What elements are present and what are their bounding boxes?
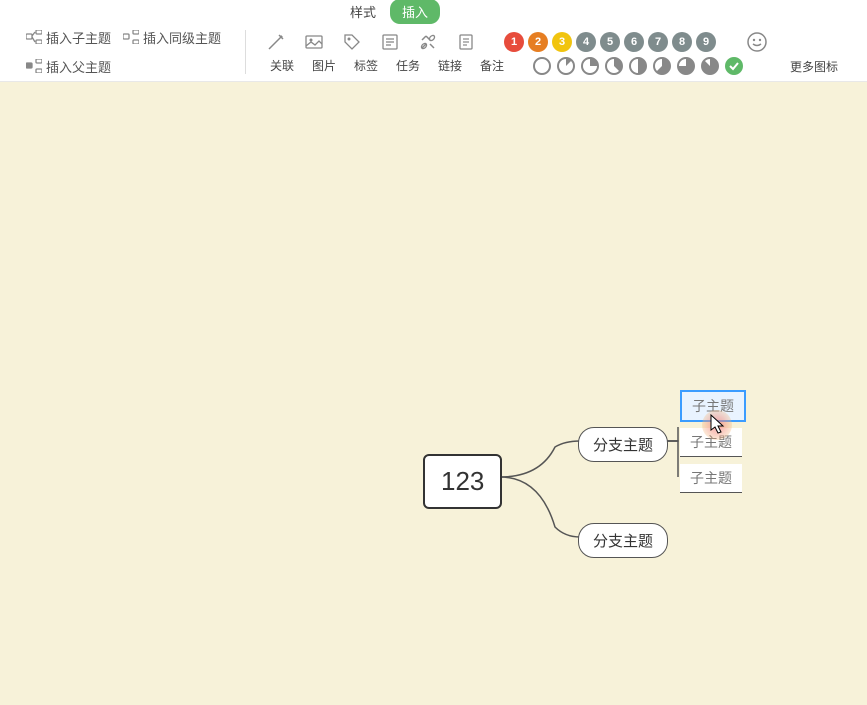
insert-child-label: 插入子主题 — [46, 28, 111, 47]
sub-node-1-selected[interactable]: 子主题 — [680, 390, 746, 422]
sub-node-2[interactable]: 子主题 — [680, 428, 742, 457]
left-row-2: 插入父主题 — [26, 55, 221, 78]
tag-icon[interactable] — [342, 32, 362, 52]
badge-3[interactable]: 3 — [552, 32, 572, 52]
top-tabs: 样式 插入 — [0, 0, 867, 22]
badge-4[interactable]: 4 — [576, 32, 596, 52]
sibling-topic-icon — [123, 30, 139, 44]
branch-node-2[interactable]: 分支主题 — [578, 523, 668, 558]
child-topic-icon — [26, 30, 42, 44]
left-row-1: 插入子主题 插入同级主题 — [26, 26, 221, 49]
pie-7[interactable] — [700, 56, 720, 76]
mindmap-canvas[interactable]: 123 分支主题 分支主题 子主题 子主题 子主题 — [0, 82, 867, 705]
badge-9[interactable]: 9 — [696, 32, 716, 52]
pie-2[interactable] — [580, 56, 600, 76]
badge-2[interactable]: 2 — [528, 32, 548, 52]
tool-labels-row: 关联 图片 标签 任务 链接 备注 — [256, 56, 778, 76]
badge-7[interactable]: 7 — [648, 32, 668, 52]
pie-6[interactable] — [676, 56, 696, 76]
number-badges: 1 2 3 4 5 6 7 8 9 — [504, 32, 716, 52]
insert-child-button[interactable]: 插入子主题 — [26, 26, 111, 49]
relation-icon[interactable] — [266, 32, 286, 52]
note-label: 备注 — [476, 57, 508, 74]
image-icon[interactable] — [304, 32, 324, 52]
task-label: 任务 — [392, 57, 424, 74]
link-icon[interactable] — [418, 32, 438, 52]
sub-node-3[interactable]: 子主题 — [680, 464, 742, 493]
pie-3[interactable] — [604, 56, 624, 76]
pie-4[interactable] — [628, 56, 648, 76]
pie-1[interactable] — [556, 56, 576, 76]
note-icon[interactable] — [456, 32, 476, 52]
pie-5[interactable] — [652, 56, 672, 76]
insert-parent-button[interactable]: 插入父主题 — [26, 55, 111, 78]
toolbar-center: 1 2 3 4 5 6 7 8 9 关联 图片 标签 任务 链接 备注 — [256, 26, 778, 78]
branch-node-1[interactable]: 分支主题 — [578, 427, 668, 462]
progress-pies — [532, 56, 744, 76]
smiley-icon[interactable] — [746, 31, 768, 53]
insert-parent-label: 插入父主题 — [46, 57, 111, 76]
task-icon[interactable] — [380, 32, 400, 52]
link-label: 链接 — [434, 57, 466, 74]
toolbar-divider — [245, 30, 246, 74]
parent-topic-icon — [26, 59, 42, 73]
root-node[interactable]: 123 — [423, 454, 502, 509]
insert-sibling-button[interactable]: 插入同级主题 — [123, 26, 221, 49]
insert-sibling-label: 插入同级主题 — [143, 28, 221, 47]
relation-label: 关联 — [266, 57, 298, 74]
image-label: 图片 — [308, 57, 340, 74]
badge-5[interactable]: 5 — [600, 32, 620, 52]
badge-8[interactable]: 8 — [672, 32, 692, 52]
more-icons-button[interactable]: 更多图标 — [790, 28, 838, 75]
tab-insert[interactable]: 插入 — [390, 0, 440, 24]
tag-label: 标签 — [350, 57, 382, 74]
tool-icons-row: 1 2 3 4 5 6 7 8 9 — [256, 28, 778, 56]
badge-6[interactable]: 6 — [624, 32, 644, 52]
pie-check[interactable] — [724, 56, 744, 76]
badge-1[interactable]: 1 — [504, 32, 524, 52]
pie-0[interactable] — [532, 56, 552, 76]
toolbar-left: 插入子主题 插入同级主题 插入父主题 — [0, 22, 235, 82]
toolbar: 插入子主题 插入同级主题 插入父主题 1 2 — [0, 22, 867, 82]
tab-style[interactable]: 样式 — [340, 0, 386, 25]
